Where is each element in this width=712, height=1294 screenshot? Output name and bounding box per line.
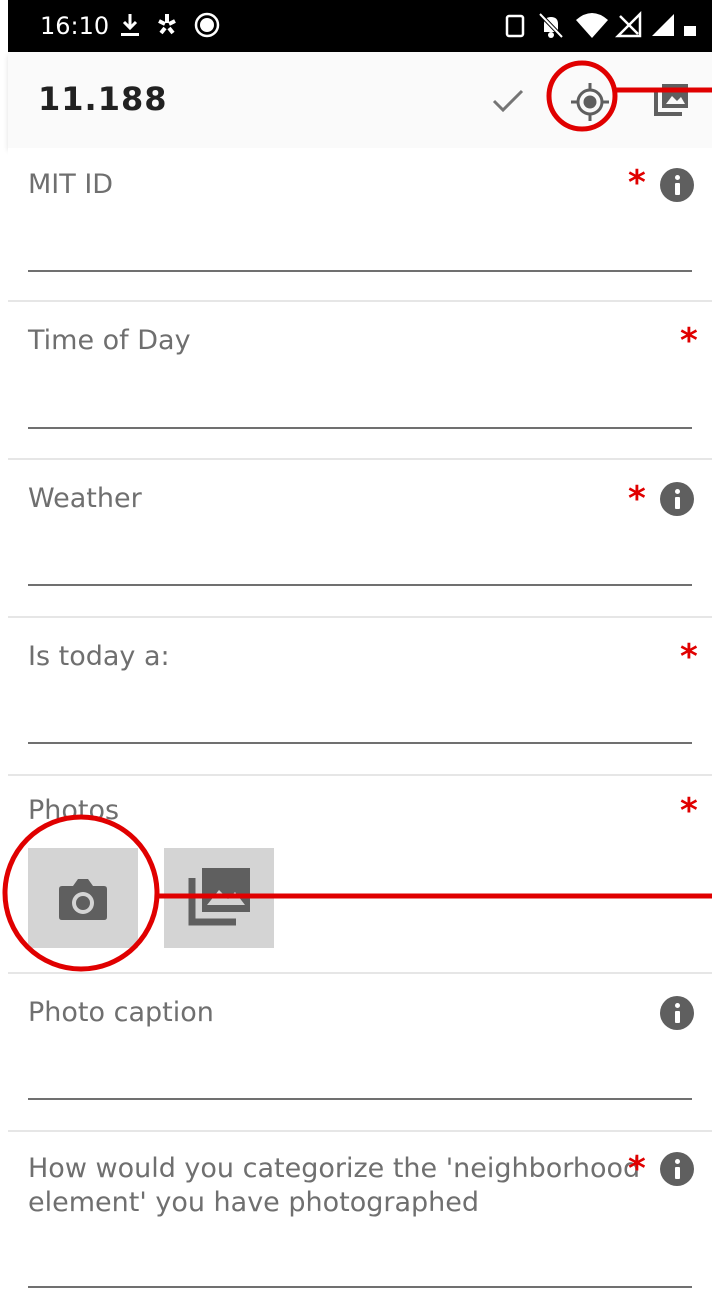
field-mit-id: MIT ID * (8, 148, 712, 302)
info-icon[interactable] (660, 482, 694, 516)
info-icon[interactable] (660, 168, 694, 202)
wifi-icon (576, 13, 608, 38)
field-label: Is today a: (28, 641, 170, 672)
status-bar: 16:10 (8, 0, 712, 52)
info-icon[interactable] (660, 996, 694, 1030)
status-time: 16:10 (40, 12, 110, 40)
is-today-a-input[interactable] (28, 742, 692, 744)
field-is-today-a: Is today a: * (8, 618, 712, 774)
gps-location-icon[interactable] (568, 80, 612, 124)
field-photo-caption: Photo caption (8, 974, 712, 1130)
gallery-icon[interactable] (652, 80, 692, 120)
choose-from-gallery-button[interactable] (164, 848, 274, 948)
download-icon (121, 14, 139, 36)
required-asterisk: * (680, 321, 698, 361)
field-label: Time of Day (28, 325, 191, 356)
no-signal-icon (614, 10, 642, 38)
gallery-icon (188, 868, 250, 926)
neighborhood-element-category-input[interactable] (28, 1286, 692, 1288)
field-label: How would you categorize the 'neighborho… (28, 1153, 641, 1218)
required-asterisk: * (628, 479, 646, 519)
time-of-day-input[interactable] (28, 427, 692, 429)
photo-caption-input[interactable] (28, 1098, 692, 1100)
field-label: Photo caption (28, 997, 214, 1028)
info-icon[interactable] (660, 1152, 694, 1186)
page-title: 11.188 (38, 80, 168, 118)
camera-icon (59, 879, 107, 920)
mit-id-input[interactable] (28, 270, 692, 272)
take-photo-button[interactable] (28, 848, 138, 948)
required-asterisk: * (680, 637, 698, 677)
weather-input[interactable] (28, 584, 692, 586)
signal-icon (652, 14, 674, 36)
record-icon (194, 12, 220, 38)
field-time-of-day: Time of Day * (8, 302, 712, 458)
notifications-off-icon (538, 12, 564, 39)
app-bar: 11.188 (8, 52, 712, 148)
required-asterisk: * (680, 791, 698, 831)
battery-icon (684, 26, 696, 36)
field-neighborhood-element-category: How would you categorize the 'neighborho… (8, 1132, 712, 1294)
yelp-icon (158, 14, 176, 35)
field-label: Photos (28, 795, 120, 826)
vibrate-icon (505, 14, 525, 38)
field-label: MIT ID (28, 169, 114, 200)
field-weather: Weather * (8, 460, 712, 616)
required-asterisk: * (628, 163, 646, 203)
check-icon[interactable] (488, 80, 528, 120)
required-asterisk: * (628, 1149, 646, 1189)
field-label: Weather (28, 483, 142, 514)
field-photos: Photos * (8, 776, 712, 972)
